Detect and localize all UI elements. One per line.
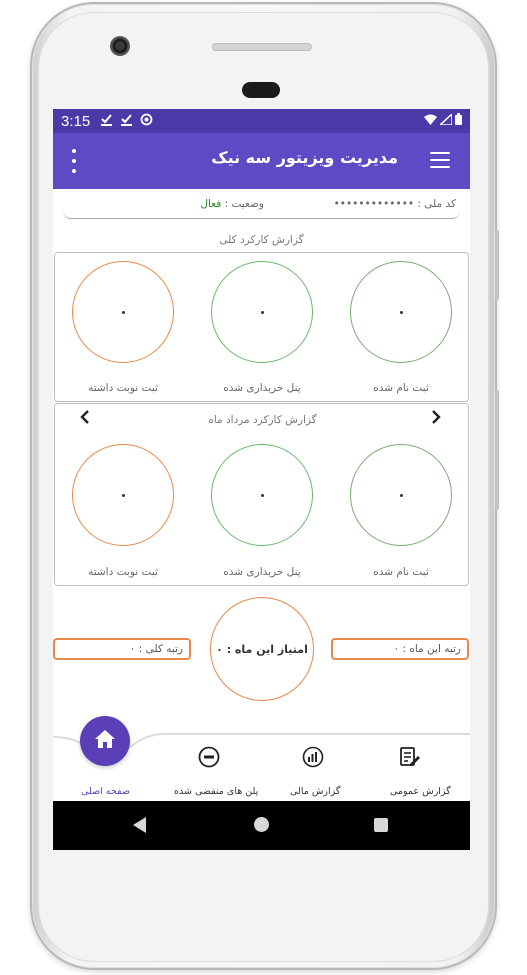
- system-home-icon[interactable]: [254, 817, 269, 832]
- recent-apps-icon[interactable]: [374, 818, 388, 832]
- monthly-appointments-value: [122, 494, 125, 497]
- app-title: مدیریت ویزیتور سه نیک: [211, 148, 398, 167]
- month-score-label: امتیاز این ماه : ۰: [216, 642, 308, 656]
- monthly-panels-circle: [211, 444, 313, 546]
- overall-appointments-circle: [72, 261, 174, 363]
- status-bar: 3:15: [53, 109, 470, 133]
- nav-expired-plans[interactable]: پلن های منقضی شده: [174, 786, 258, 797]
- overall-report-card: ثبت نام شده پنل خریداری شده ثبت نوبت داش…: [54, 252, 469, 402]
- chevron-right-icon[interactable]: [430, 409, 442, 430]
- monthly-panels-label: پنل خریداری شده: [223, 566, 301, 578]
- front-camera: [110, 36, 130, 56]
- home-button[interactable]: [80, 716, 130, 766]
- account-status: وضعیت : فعال: [200, 198, 264, 210]
- overall-panels-value: [261, 311, 264, 314]
- download-done-icon: [120, 113, 133, 130]
- overall-panels-label: پنل خریداری شده: [223, 382, 301, 394]
- monthly-registered-value: [400, 494, 403, 497]
- signal-icon: [438, 112, 453, 129]
- hamburger-icon[interactable]: [430, 152, 450, 168]
- national-code-value: •••••••••••••: [333, 198, 415, 210]
- monthly-registered-circle: [350, 444, 452, 546]
- app-bar: مدیریت ویزیتور سه نیک: [53, 133, 470, 189]
- overall-registered-label: ثبت نام شده: [373, 382, 429, 394]
- overall-appointments-value: [122, 311, 125, 314]
- overall-registered-circle: [350, 261, 452, 363]
- monthly-report-title: گزارش کارکرد مرداد ماه: [208, 414, 317, 426]
- monthly-panels-value: [261, 494, 264, 497]
- overall-report-title: گزارش کارکرد کلی: [219, 234, 304, 246]
- more-vert-icon[interactable]: [67, 149, 81, 173]
- back-icon[interactable]: [133, 817, 146, 833]
- monthly-appointments-circle: [72, 444, 174, 546]
- document-edit-icon[interactable]: [395, 743, 423, 771]
- home-icon: [94, 729, 116, 753]
- battery-icon: [455, 113, 462, 129]
- monthly-registered-label: ثبت نام شده: [373, 566, 429, 578]
- system-navigation-bar: [53, 801, 470, 850]
- overall-appointments-label: ثبت نوبت داشته: [88, 382, 158, 394]
- status-badge: فعال: [200, 198, 222, 210]
- total-rank-box: رتبه کلی : ۰: [53, 638, 191, 660]
- month-score-circle: امتیاز این ماه : ۰: [210, 597, 314, 701]
- finance-chart-icon[interactable]: [299, 743, 327, 771]
- minus-circle-icon[interactable]: [195, 743, 223, 771]
- wifi-icon: [424, 113, 437, 129]
- nav-home[interactable]: صفحه اصلی: [81, 786, 130, 797]
- nav-financial-report[interactable]: گزارش مالی: [290, 786, 340, 797]
- download-done-icon: [100, 113, 113, 130]
- earpiece-speaker: [212, 43, 312, 51]
- status-time: 3:15: [61, 112, 91, 130]
- monthly-appointments-label: ثبت نوبت داشته: [88, 566, 158, 578]
- month-rank-box: رتبه این ماه : ۰: [331, 638, 469, 660]
- sensor-pill: [242, 82, 280, 98]
- profile-info-row: کد ملی : ••••••••••••• وضعیت : فعال: [63, 195, 460, 219]
- sync-icon: [140, 113, 153, 130]
- overall-panels-circle: [211, 261, 313, 363]
- app-screen: 3:15 مدیریت ویزیتور سه نیک کد ملی: ••••…: [53, 109, 470, 850]
- national-code-label: کد ملی :: [417, 198, 456, 210]
- overall-registered-value: [400, 311, 403, 314]
- monthly-report-card: گزارش کارکرد مرداد ماه ثبت نام شده پنل خ…: [54, 403, 469, 586]
- nav-general-report[interactable]: گزارش عمومی: [390, 786, 451, 797]
- national-code: کد ملی : •••••••••••••: [334, 198, 456, 210]
- status-label: وضعیت :: [224, 198, 264, 210]
- volume-button: [495, 230, 499, 300]
- power-button: [495, 390, 499, 510]
